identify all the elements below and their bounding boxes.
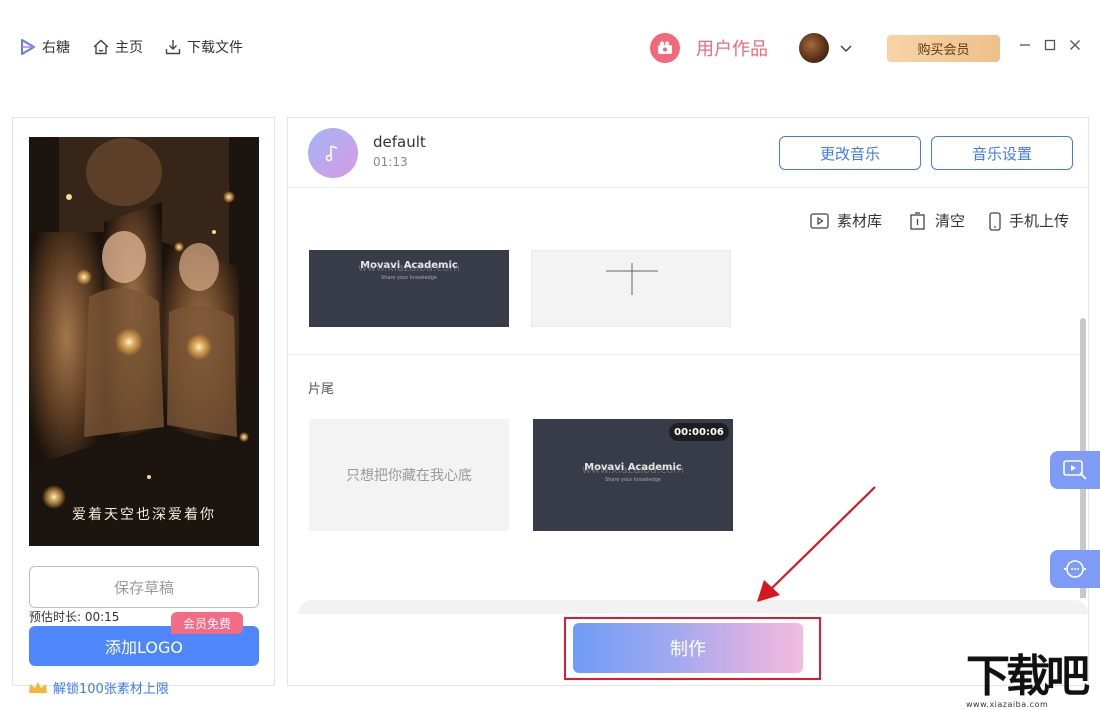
top-bar: 右糖 主页 下载文件 用户作品 购买会员: [0, 0, 1100, 95]
music-name: default: [373, 133, 426, 151]
save-draft-button[interactable]: 保存草稿: [29, 566, 259, 608]
site-watermark-logo: 下载吧 www.xiazaiba.com: [962, 652, 1100, 710]
preview-image: [29, 137, 259, 546]
close-icon[interactable]: [1068, 38, 1082, 52]
section-divider: [288, 354, 1078, 355]
nav-download-label: 下载文件: [187, 40, 243, 56]
nav-app-name: 右糖: [42, 40, 70, 56]
download-icon: [163, 37, 183, 57]
site-url: www.xiazaiba.com: [966, 700, 1049, 709]
make-button[interactable]: 制作: [573, 623, 803, 673]
app-window: 右糖 主页 下载文件 用户作品 购买会员 爱着天空也深爱着你 保存草稿 预估时长…: [0, 0, 1100, 710]
music-row: default 01:13 更改音乐 音乐设置: [288, 118, 1088, 188]
change-music-button[interactable]: 更改音乐: [779, 136, 921, 170]
music-settings-button[interactable]: 音乐设置: [931, 136, 1073, 170]
phone-upload-label: 手机上传: [1009, 212, 1070, 230]
clip-duration-badge: 00:00:06: [669, 423, 729, 441]
chat-support-icon: [1064, 560, 1086, 578]
nav-download[interactable]: 下载文件: [163, 36, 243, 58]
ending-text-tile[interactable]: 只想把你藏在我心底: [309, 419, 509, 531]
video-tutorial-icon: [1063, 460, 1087, 480]
unlock-materials-link[interactable]: 解锁100张素材上限: [27, 678, 169, 697]
user-avatar[interactable]: [799, 33, 829, 63]
preview-panel: 爱着天空也深爱着你 保存草稿 预估时长: 00:15 添加LOGO 会员免费 解…: [12, 117, 275, 697]
user-works-button[interactable]: 用户作品: [650, 33, 768, 63]
tutorial-side-button[interactable]: [1050, 451, 1100, 489]
crown-icon: [29, 681, 47, 693]
preview-caption: 爱着天空也深爱着你: [72, 507, 216, 523]
music-note-icon: [308, 128, 358, 178]
vip-free-badge: 会员免费: [171, 612, 243, 634]
material-library-label: 素材库: [837, 212, 883, 230]
clip-subtitle: Share your knowledge: [381, 275, 437, 281]
music-duration: 01:13: [373, 155, 408, 169]
clear-button[interactable]: 清空: [907, 210, 965, 231]
add-clip-tile[interactable]: [531, 250, 731, 327]
ending-clip-watermark: www.xiazaiba.com: [581, 463, 685, 476]
site-brand: 下载吧: [966, 651, 1090, 702]
user-works-label: 用户作品: [696, 39, 768, 60]
camera-icon: [650, 33, 680, 63]
home-icon: [91, 37, 111, 57]
plus-icon: [606, 263, 658, 295]
maximize-icon[interactable]: [1043, 38, 1057, 52]
phone-icon: [989, 211, 1001, 231]
material-library-button[interactable]: 素材库: [809, 210, 882, 231]
ending-clip-thumbnail[interactable]: Movavi Academic www.xiazaiba.com Share y…: [533, 419, 733, 531]
minimize-icon[interactable]: [1018, 38, 1032, 52]
clip-thumbnail[interactable]: Movavi Academic www.xiazaiba.com Share y…: [309, 250, 509, 327]
trash-icon: [910, 211, 925, 230]
play-logo-icon: [18, 37, 38, 57]
ending-clip-subtitle: Share your knowledge: [605, 477, 661, 483]
editor-panel: default 01:13 更改音乐 音乐设置 素材库 清空 手机上传 Mova…: [287, 117, 1089, 686]
ending-section-label: 片尾: [308, 382, 335, 397]
nav-home[interactable]: 主页: [91, 36, 143, 58]
support-side-button[interactable]: [1050, 550, 1100, 588]
video-preview[interactable]: 爱着天空也深爱着你: [29, 137, 259, 546]
nav-app-logo[interactable]: 右糖: [18, 36, 70, 58]
phone-upload-button[interactable]: 手机上传: [987, 210, 1069, 231]
unlock-label: 解锁100张素材上限: [53, 682, 169, 697]
clear-label: 清空: [935, 212, 966, 230]
buy-vip-button[interactable]: 购买会员: [887, 35, 1000, 62]
estimated-duration: 预估时长: 00:15: [29, 610, 120, 624]
chevron-down-icon[interactable]: [838, 40, 854, 56]
bottom-shade: [298, 600, 1088, 614]
nav-home-label: 主页: [115, 40, 143, 56]
clip-watermark: www.xiazaiba.com: [357, 261, 461, 274]
video-library-icon: [810, 212, 829, 229]
